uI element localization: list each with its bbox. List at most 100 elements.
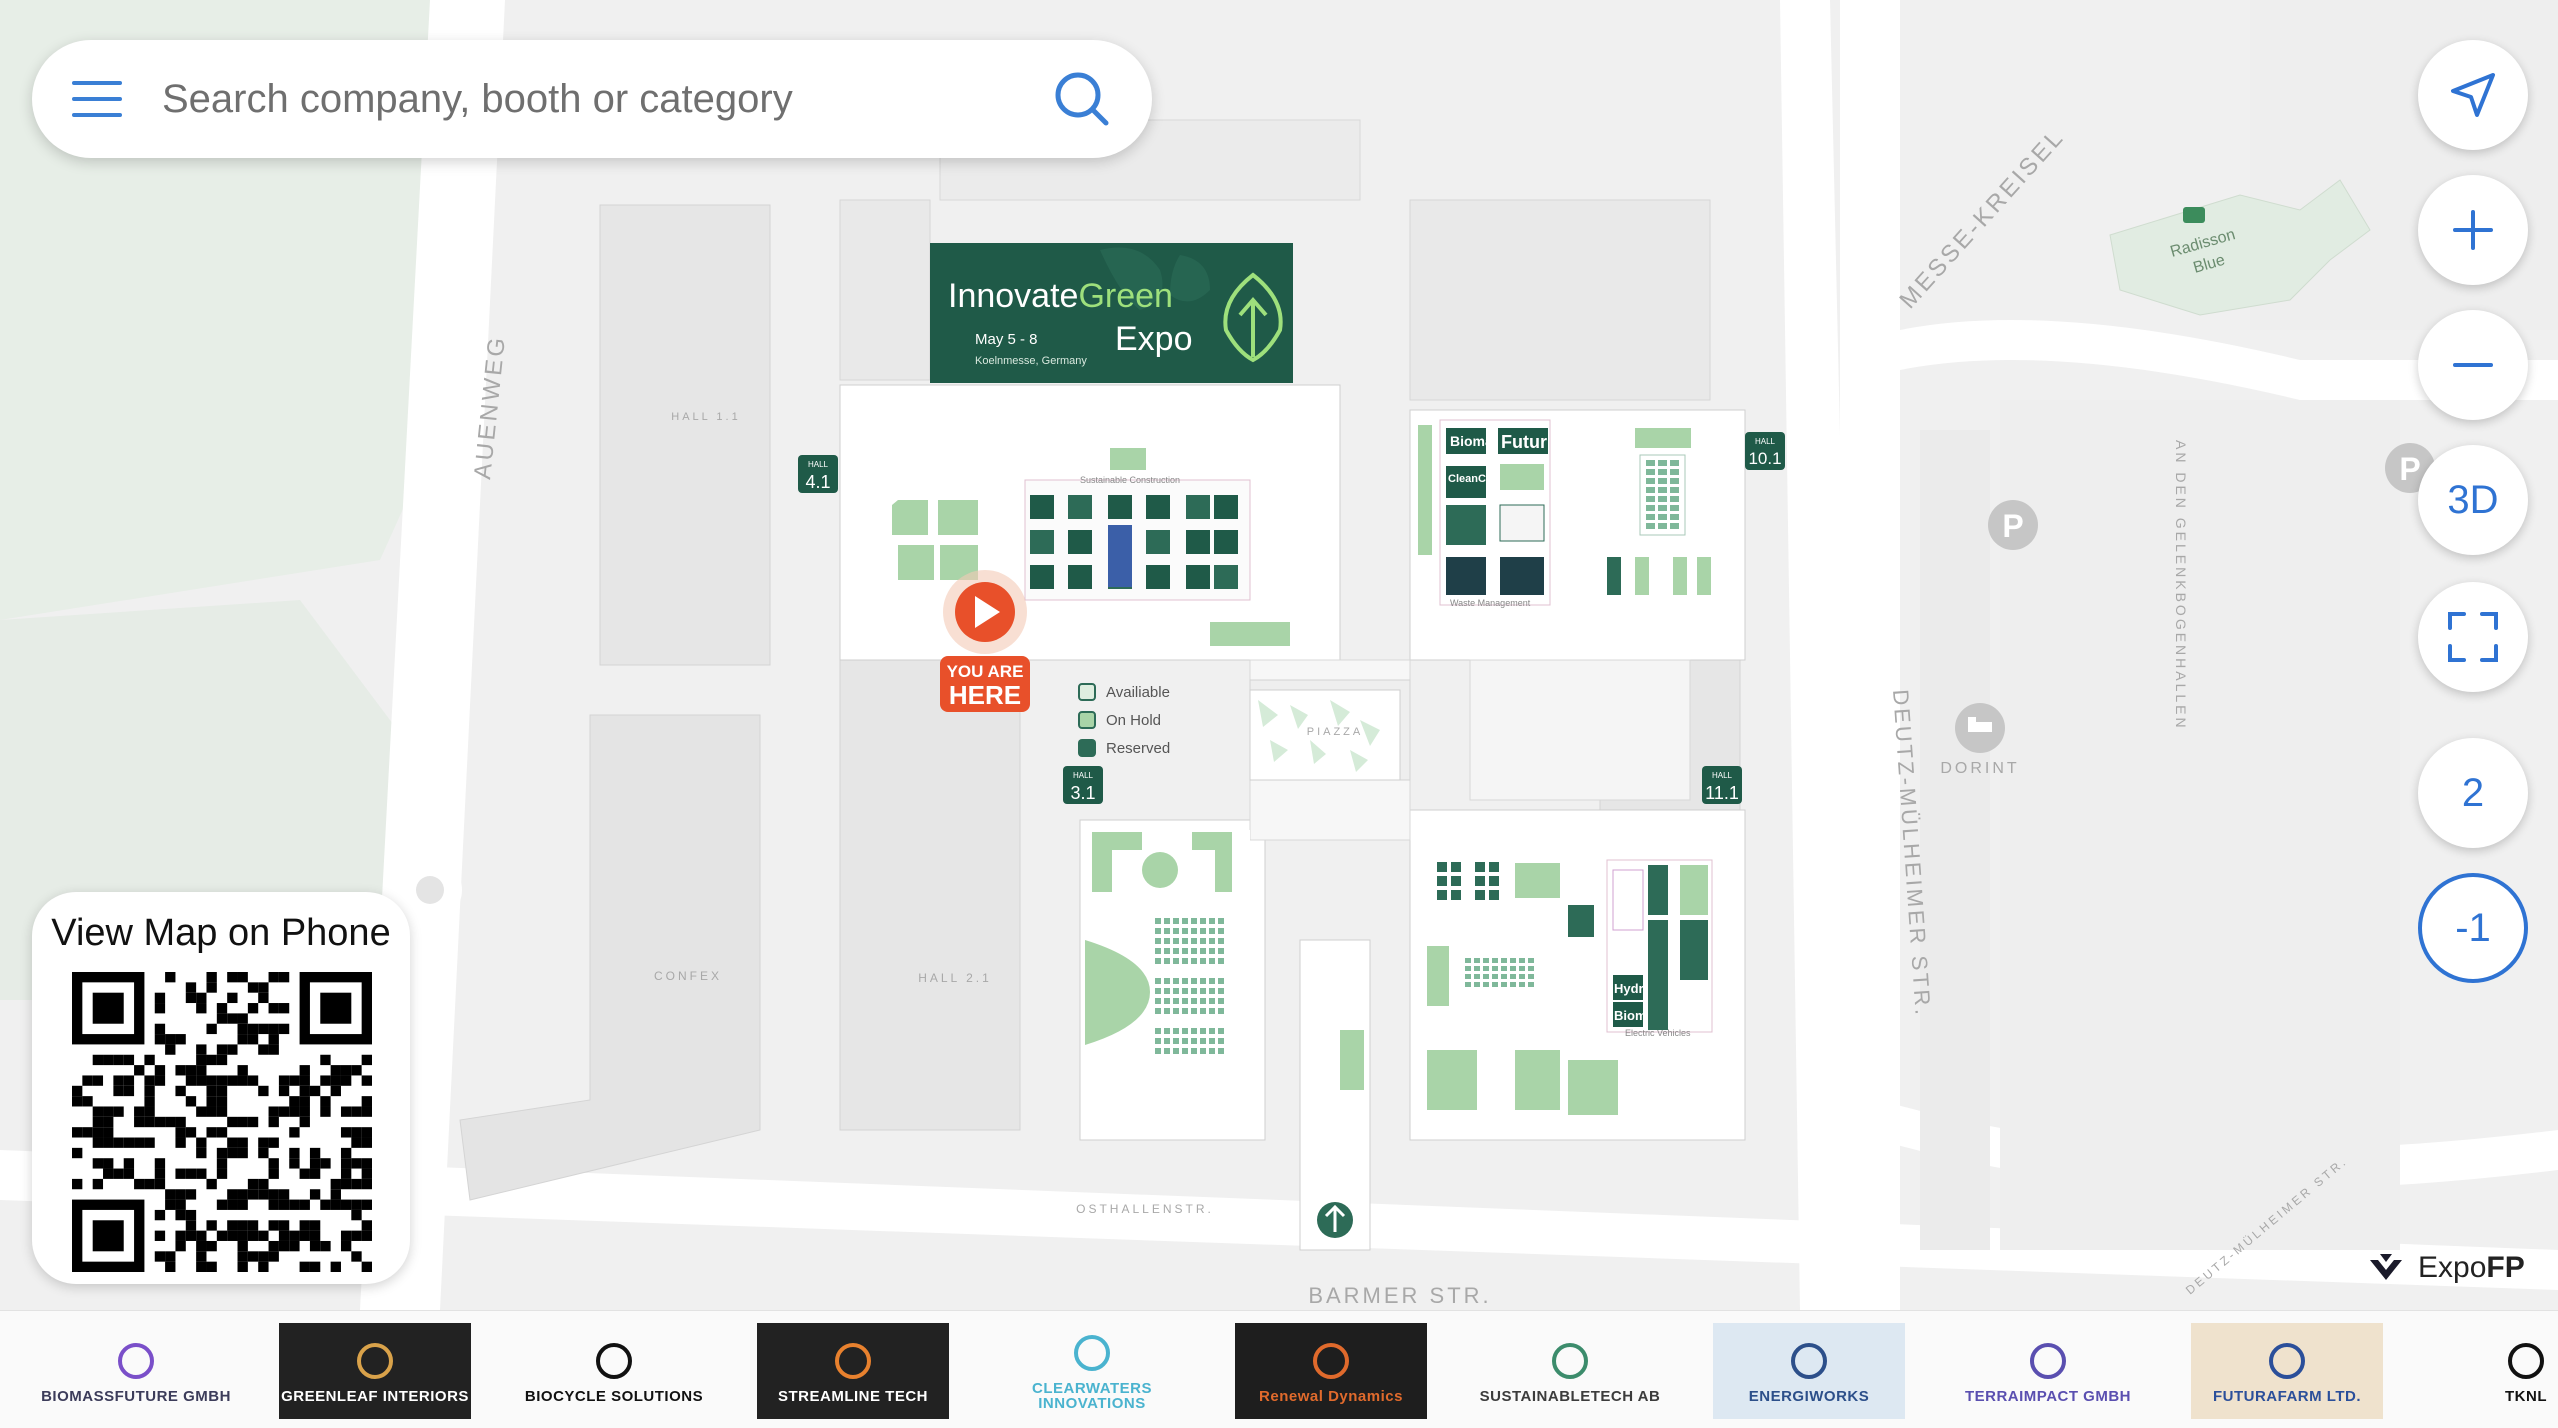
sponsor-name: Renewal Dynamics (1259, 1387, 1403, 1405)
sponsor-mark-icon (357, 1342, 393, 1379)
arrow-leaf-marker (1317, 1202, 1353, 1238)
booth[interactable] (1030, 495, 1054, 519)
svg-text:HALL: HALL (1712, 771, 1733, 780)
search-input[interactable] (162, 76, 1052, 122)
search-bar (32, 40, 1152, 158)
sponsor-mark-icon (2269, 1342, 2305, 1379)
booth[interactable] (1186, 565, 1210, 589)
booth[interactable] (1214, 565, 1238, 589)
svg-text:Sustainable Construction: Sustainable Construction (1080, 475, 1180, 485)
zoom-in-button[interactable] (2418, 175, 2528, 285)
sponsor-logo-2[interactable]: BIOCYCLE SOLUTIONS (518, 1323, 710, 1419)
sponsor-mark-icon (118, 1342, 154, 1379)
sponsor-logo-8[interactable]: TERRAIMPACT GMBH (1952, 1323, 2144, 1419)
booth[interactable] (1186, 495, 1210, 519)
booth-bioma[interactable]: Bioma (1450, 433, 1493, 449)
booth[interactable] (1214, 495, 1238, 519)
fullscreen-icon (2448, 612, 2498, 662)
svg-text:11.1: 11.1 (1705, 783, 1739, 803)
booth[interactable] (1030, 530, 1054, 554)
piazza-label: PIAZZA (1307, 726, 1364, 738)
zoom-out-button[interactable] (2418, 310, 2528, 420)
sponsor-logo-5[interactable]: Renewal Dynamics (1235, 1323, 1427, 1419)
fullscreen-button[interactable] (2418, 582, 2528, 692)
sponsor-logo-3[interactable]: STREAMLINE TECH (757, 1323, 949, 1419)
sponsor-logo-0[interactable]: BIOMASSFUTURE GMBH (40, 1323, 232, 1419)
sponsor-mark-icon (835, 1342, 871, 1379)
barmer-label: BARMER STR. (1308, 1283, 1491, 1308)
sponsor-logo-1[interactable]: GREENLEAF INTERIORS (279, 1323, 471, 1419)
hotel-green-icon (2183, 207, 2205, 223)
booth[interactable] (1068, 495, 1092, 519)
sponsor-name: SUSTAINABLETECH AB (1479, 1387, 1661, 1405)
sponsor-mark-icon (1552, 1342, 1588, 1379)
booth[interactable] (1146, 565, 1170, 589)
sponsor-name: CLEARWATERS INNOVATIONS (1032, 1380, 1152, 1412)
qr-title: View Map on Phone (51, 912, 391, 954)
booth[interactable] (1068, 565, 1092, 589)
svg-text:HALL: HALL (808, 460, 829, 469)
floor-minus1-button[interactable]: -1 (2418, 873, 2528, 983)
svg-text:P: P (2399, 451, 2420, 487)
sponsor-mark-icon (1313, 1342, 1349, 1379)
booth[interactable] (1146, 530, 1170, 554)
sponsor-logo-10[interactable]: TKNL (2430, 1323, 2558, 1419)
plus-icon (2453, 210, 2493, 250)
sponsor-logo-9[interactable]: FUTURAFARM LTD. (2191, 1323, 2383, 1419)
sponsor-mark-icon (1791, 1342, 1827, 1379)
sponsor-logo-6[interactable]: SUSTAINABLETECH AB (1474, 1323, 1666, 1419)
booth[interactable] (1068, 530, 1092, 554)
hall-badge-11-1[interactable]: HALL 11.1 (1702, 766, 1742, 804)
booth-cleanc[interactable]: CleanC (1448, 473, 1486, 485)
sponsor-name: ENERGIWORKS (1748, 1387, 1870, 1405)
map-viewer: PIAZZA InnovateGreen Expo May 5 - 8 Koel… (0, 0, 2558, 1428)
svg-text:YOU ARE: YOU ARE (947, 662, 1024, 681)
svg-text:HALL: HALL (1755, 437, 1776, 446)
expofp-chevron-icon (2370, 1254, 2402, 1280)
banner-expo: Expo (1115, 320, 1193, 358)
confex-label: CONFEX (654, 969, 722, 983)
qr-card[interactable]: View Map on Phone (32, 892, 410, 1284)
view-3d-button[interactable]: 3D (2418, 445, 2528, 555)
banner-dates: May 5 - 8 (975, 331, 1038, 348)
svg-text:HERE: HERE (949, 680, 1021, 710)
legend-on-hold: On Hold (1078, 706, 1170, 734)
expofp-logo[interactable]: ExpoFP (2366, 1250, 2525, 1286)
floor-2-button[interactable]: 2 (2418, 738, 2528, 848)
booth[interactable] (1214, 530, 1238, 554)
sponsor-name: GREENLEAF INTERIORS (281, 1387, 469, 1405)
booth-hydr[interactable]: Hydr (1614, 981, 1644, 996)
booth[interactable] (1186, 530, 1210, 554)
booth-biom[interactable]: Biom (1614, 1008, 1647, 1023)
locate-button[interactable] (2418, 40, 2528, 150)
booth[interactable] (1146, 495, 1170, 519)
sponsor-mark-icon (1074, 1335, 1110, 1371)
hall-badge-10-1[interactable]: HALL 10.1 (1745, 432, 1785, 470)
expo-banner[interactable]: InnovateGreen Expo May 5 - 8 Koelnmesse,… (930, 243, 1293, 383)
menu-icon[interactable] (72, 81, 122, 117)
hall-badge-3-1[interactable]: HALL 3.1 (1063, 766, 1103, 804)
booth-status-legend: Availiable On Hold Reserved (1078, 678, 1170, 762)
booth[interactable] (1108, 495, 1132, 519)
search-icon[interactable] (1052, 69, 1112, 129)
svg-text:Waste Management: Waste Management (1450, 598, 1531, 608)
svg-text:4.1: 4.1 (805, 472, 830, 492)
svg-text:3.1: 3.1 (1070, 783, 1095, 803)
sponsor-mark-icon (2030, 1342, 2066, 1379)
sponsor-name: STREAMLINE TECH (778, 1387, 928, 1405)
osthallen-label: OSTHALLENSTR. (1076, 1202, 1214, 1216)
svg-text:P: P (2002, 508, 2023, 544)
dorint-label: DORINT (1940, 760, 2019, 777)
sponsor-name: TERRAIMPACT GMBH (1964, 1387, 2132, 1405)
view-3d-label: 3D (2447, 477, 2499, 522)
navigation-arrow-icon (2451, 73, 2495, 117)
sponsor-strip: BIOMASSFUTURE GMBH GREENLEAF INTERIORS BIO… (0, 1310, 2558, 1428)
booth[interactable] (1030, 565, 1054, 589)
sponsor-logo-7[interactable]: ENERGIWORKS (1713, 1323, 1905, 1419)
booth-futur[interactable]: Futur (1501, 432, 1547, 452)
legend-reserved: Reserved (1078, 734, 1170, 762)
sponsor-logo-4[interactable]: CLEARWATERS INNOVATIONS (996, 1323, 1188, 1419)
hall-badge-4-1[interactable]: HALL 4.1 (798, 455, 838, 493)
sponsor-name: TKNL (2505, 1387, 2547, 1405)
sponsor-name: FUTURAFARM LTD. (2212, 1387, 2362, 1405)
